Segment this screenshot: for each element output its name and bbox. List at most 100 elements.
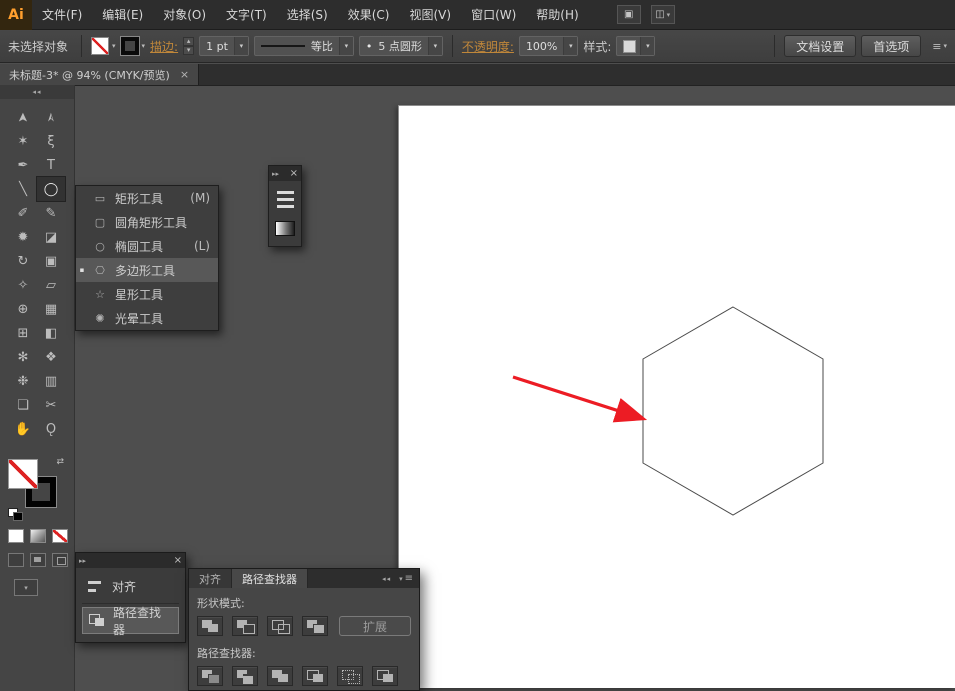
- artboard-tool[interactable]: ❏: [9, 393, 37, 417]
- brush-caret-icon[interactable]: ▾: [428, 37, 442, 55]
- stroke-panel-link[interactable]: 描边:: [150, 38, 178, 55]
- close-document-icon[interactable]: ×: [180, 68, 189, 81]
- menu-file[interactable]: 文件(F): [32, 0, 92, 30]
- direct-selection-tool[interactable]: ➣: [37, 105, 65, 129]
- menu-help[interactable]: 帮助(H): [526, 0, 588, 30]
- opacity-caret-icon[interactable]: ▾: [563, 37, 577, 55]
- shape-tool[interactable]: ◯: [37, 177, 65, 201]
- intersect-button[interactable]: [267, 616, 293, 636]
- style-caret-icon[interactable]: ▾: [640, 37, 654, 55]
- preferences-button[interactable]: 首选项: [861, 35, 921, 57]
- stepper-up-icon[interactable]: ▴: [183, 37, 194, 46]
- flyout-rectangle-tool[interactable]: ▭ 矩形工具 (M): [76, 186, 218, 210]
- tab-align[interactable]: 对齐: [189, 569, 232, 588]
- tools-panel-collapse[interactable]: ◂◂: [0, 85, 74, 99]
- pencil-tool[interactable]: ✎: [37, 201, 65, 225]
- lasso-tool[interactable]: ξ: [37, 129, 65, 153]
- screen-mode-button[interactable]: ▾: [14, 579, 38, 596]
- gradient-tool[interactable]: ◧: [37, 321, 65, 345]
- flyout-rounded-rectangle-tool[interactable]: ▢ 圆角矩形工具: [76, 210, 218, 234]
- stroke-caret-icon[interactable]: ▾: [142, 42, 146, 50]
- tab-pathfinder[interactable]: 路径查找器: [232, 569, 308, 588]
- flyout-flare-tool[interactable]: ✺ 光晕工具: [76, 306, 218, 330]
- close-dock-icon[interactable]: ×: [174, 555, 182, 566]
- stroke-weight-combo[interactable]: 1 pt ▾: [199, 36, 249, 56]
- menu-effect[interactable]: 效果(C): [338, 0, 400, 30]
- menu-window[interactable]: 窗口(W): [461, 0, 526, 30]
- width-tool[interactable]: ✧: [9, 273, 37, 297]
- stroke-color-swatch[interactable]: [121, 37, 139, 55]
- brush-value[interactable]: 5 点圆形: [372, 38, 428, 54]
- bridge-icon[interactable]: ▣: [617, 5, 641, 24]
- crop-button[interactable]: [302, 666, 328, 686]
- brush-combo[interactable]: • 5 点圆形 ▾: [359, 36, 443, 56]
- draw-behind-mode-button[interactable]: [30, 553, 46, 567]
- gradient-button[interactable]: [30, 529, 46, 543]
- draw-inside-mode-button[interactable]: [52, 553, 68, 567]
- line-segment-tool[interactable]: ╲: [9, 177, 37, 201]
- document-tab[interactable]: 未标题-3* @ 94% (CMYK/预览) ×: [0, 64, 199, 85]
- stepper-down-icon[interactable]: ▾: [183, 46, 194, 55]
- menu-view[interactable]: 视图(V): [399, 0, 461, 30]
- symbol-sprayer-tool[interactable]: ❉: [9, 369, 37, 393]
- perspective-grid-tool[interactable]: ▦: [37, 297, 65, 321]
- eyedropper-tool[interactable]: ✻: [9, 345, 37, 369]
- color-button[interactable]: [8, 529, 24, 543]
- stroke-weight-stepper[interactable]: ▴ ▾: [183, 37, 194, 55]
- menu-type[interactable]: 文字(T): [216, 0, 277, 30]
- magic-wand-tool[interactable]: ✶: [9, 129, 37, 153]
- stroke-profile-combo[interactable]: 等比 ▾: [254, 36, 354, 56]
- stroke-panel-icon[interactable]: [277, 191, 294, 208]
- menu-edit[interactable]: 编辑(E): [92, 0, 153, 30]
- merge-button[interactable]: [267, 666, 293, 686]
- stroke-weight-value[interactable]: 1 pt: [200, 40, 234, 53]
- default-fill-stroke-icon[interactable]: [8, 508, 23, 521]
- stroke-profile-value[interactable]: 等比: [305, 38, 339, 54]
- outline-button[interactable]: [337, 666, 363, 686]
- expand-button[interactable]: 扩展: [339, 616, 411, 636]
- scale-tool[interactable]: ▣: [37, 249, 65, 273]
- workspace-switcher-icon[interactable]: ◫▾: [651, 5, 675, 24]
- zoom-tool[interactable]: Ǫ: [37, 417, 65, 441]
- fill-color-swatch[interactable]: [91, 37, 109, 55]
- control-panel-menu-icon[interactable]: ≡ ▾: [932, 40, 947, 53]
- opacity-value[interactable]: 100%: [520, 40, 563, 53]
- gradient-panel-icon[interactable]: [275, 221, 295, 236]
- trim-button[interactable]: [232, 666, 258, 686]
- blob-brush-tool[interactable]: ✹: [9, 225, 37, 249]
- divide-button[interactable]: [197, 666, 223, 686]
- menu-object[interactable]: 对象(O): [153, 0, 216, 30]
- opacity-link[interactable]: 不透明度:: [462, 38, 514, 55]
- opacity-combo[interactable]: 100% ▾: [519, 36, 578, 56]
- flyout-polygon-tool[interactable]: ▪ ⎔ 多边形工具: [76, 258, 218, 282]
- free-transform-tool[interactable]: ▱: [37, 273, 65, 297]
- draw-normal-mode-button[interactable]: [8, 553, 24, 567]
- type-tool[interactable]: T: [37, 153, 65, 177]
- panel-menu-icon[interactable]: ▾ ≡: [399, 573, 413, 584]
- hand-tool[interactable]: ✋: [9, 417, 37, 441]
- unite-button[interactable]: [197, 616, 223, 636]
- close-panel-icon[interactable]: ×: [290, 168, 298, 179]
- document-setup-button[interactable]: 文档设置: [784, 35, 856, 57]
- rotate-tool[interactable]: ↻: [9, 249, 37, 273]
- stroke-weight-caret-icon[interactable]: ▾: [234, 37, 248, 55]
- flyout-ellipse-tool[interactable]: ○ 椭圆工具 (L): [76, 234, 218, 258]
- slice-tool[interactable]: ✂: [37, 393, 65, 417]
- fill-caret-icon[interactable]: ▾: [112, 42, 116, 50]
- stroke-profile-caret-icon[interactable]: ▾: [339, 37, 353, 55]
- exclude-button[interactable]: [302, 616, 328, 636]
- minus-back-button[interactable]: [372, 666, 398, 686]
- expand-dock-icon[interactable]: ▸▸: [79, 557, 86, 565]
- hexagon-shape[interactable]: [634, 300, 832, 522]
- flyout-star-tool[interactable]: ☆ 星形工具: [76, 282, 218, 306]
- blend-tool[interactable]: ❖: [37, 345, 65, 369]
- mesh-tool[interactable]: ⊞: [9, 321, 37, 345]
- selection-tool[interactable]: ➤: [9, 105, 37, 129]
- pathfinder-panel-item[interactable]: 路径查找器: [82, 607, 179, 634]
- collapse-panel-icon[interactable]: ◂◂: [382, 575, 391, 583]
- align-panel-item[interactable]: 对齐: [82, 573, 179, 600]
- swap-fill-stroke-icon[interactable]: ⇄: [56, 457, 64, 467]
- minus-front-button[interactable]: [232, 616, 258, 636]
- eraser-tool[interactable]: ◪: [37, 225, 65, 249]
- menu-select[interactable]: 选择(S): [277, 0, 338, 30]
